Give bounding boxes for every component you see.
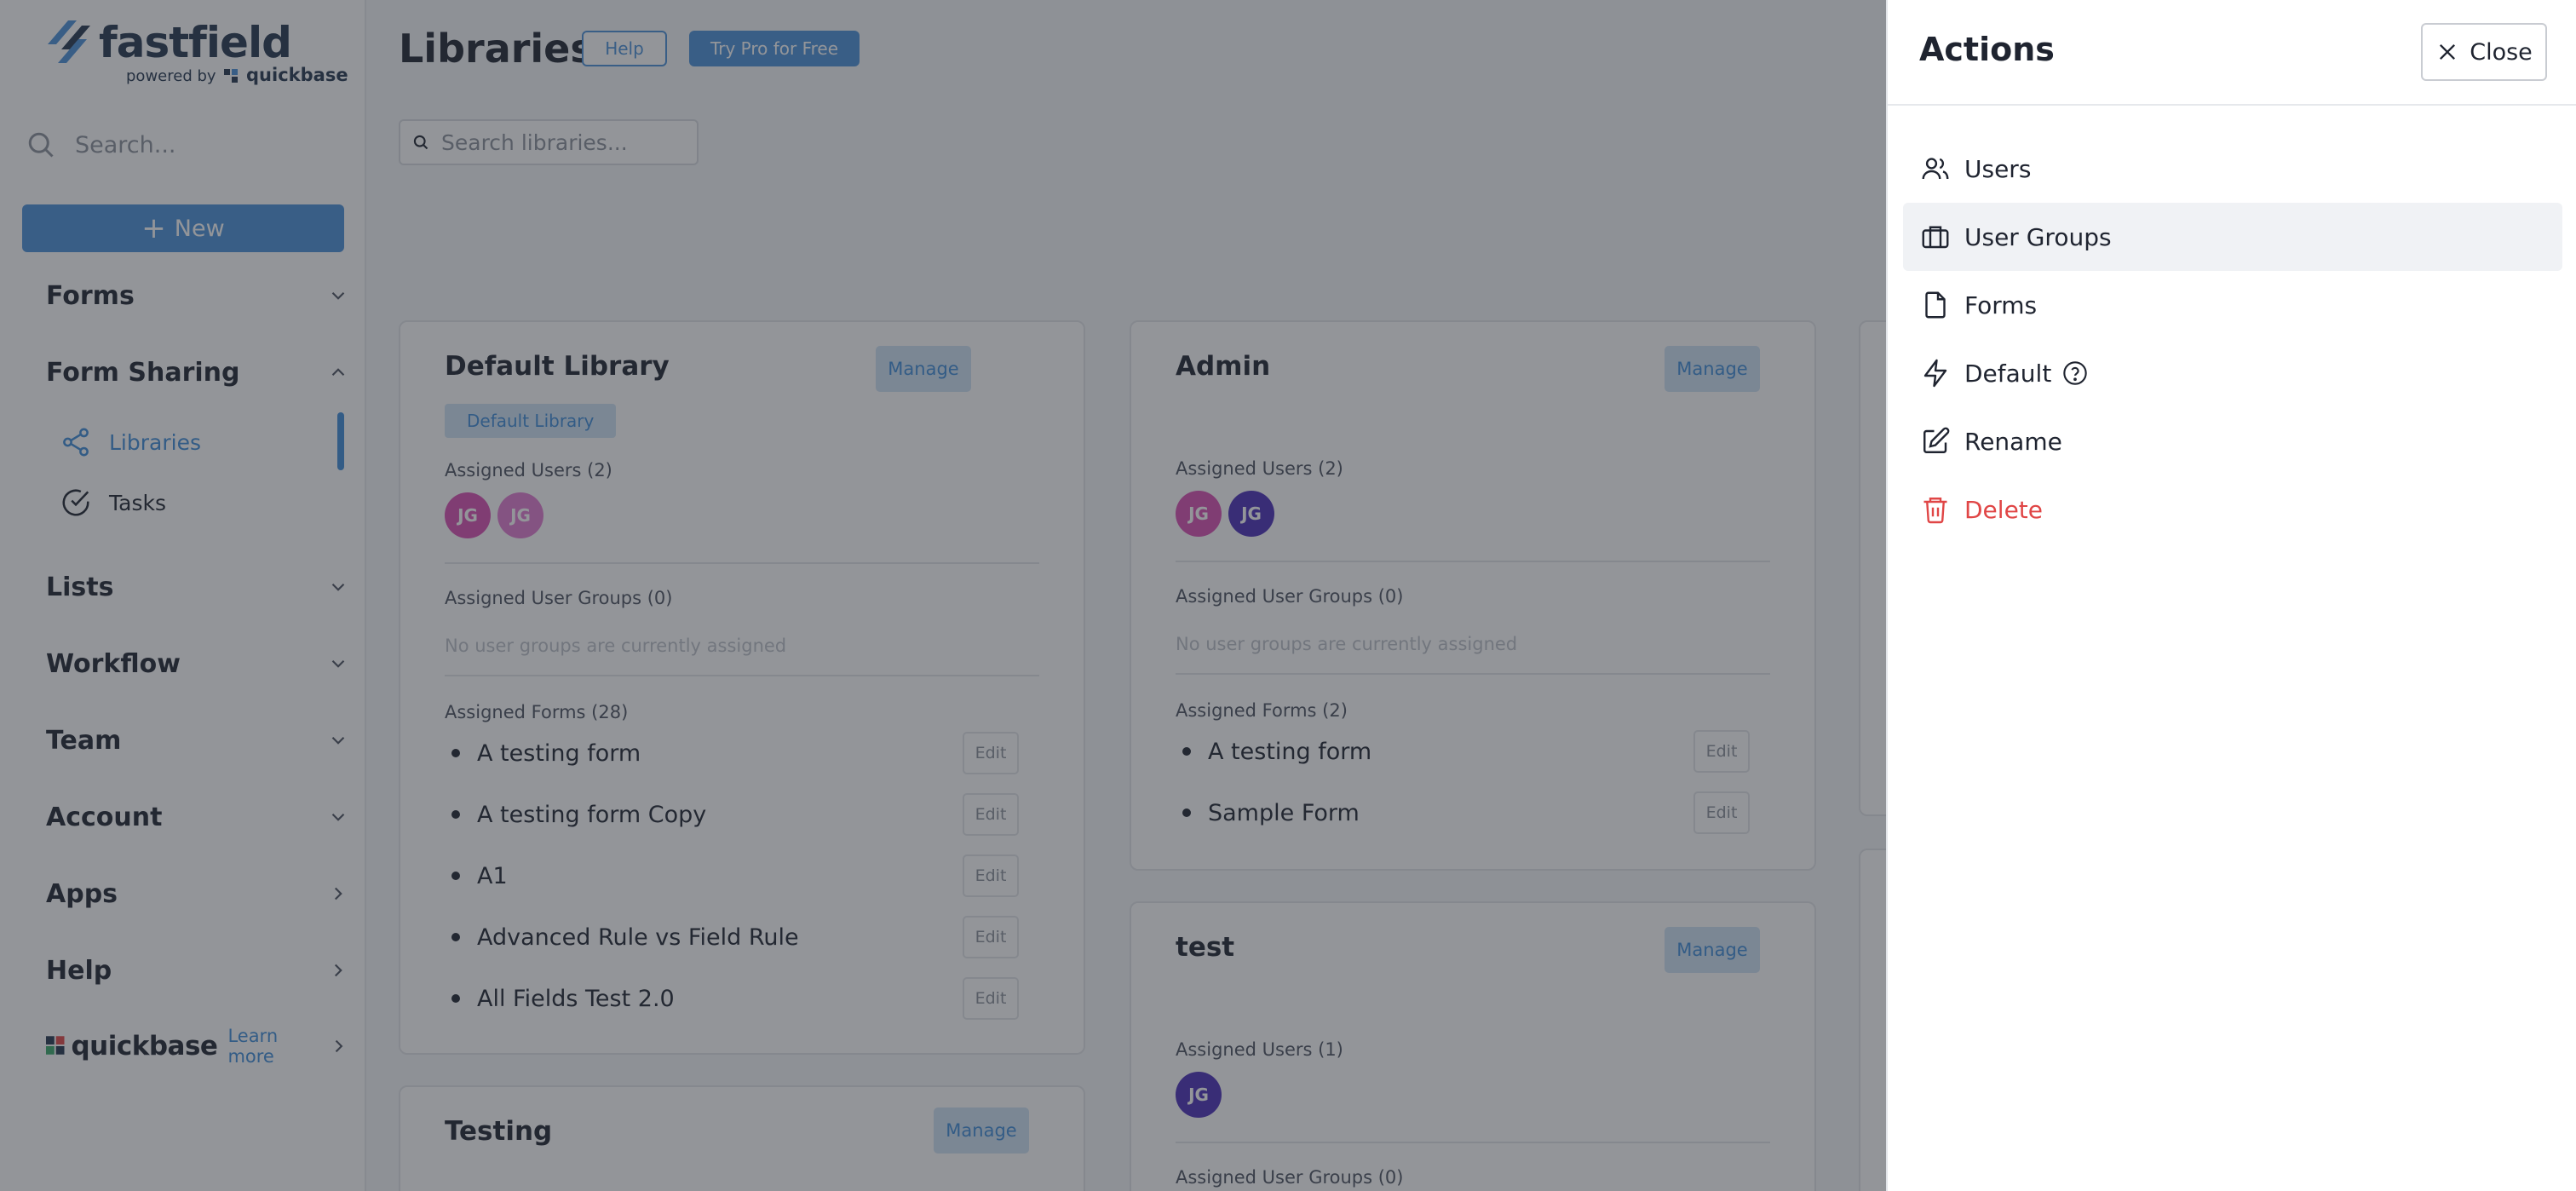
action-rename[interactable]: Rename (1903, 407, 2562, 475)
document-icon (1925, 291, 1946, 319)
close-button[interactable]: Close (2421, 23, 2547, 81)
users-icon (1922, 158, 1949, 180)
briefcase-icon (1922, 226, 1949, 249)
divider (1888, 104, 2576, 106)
help-circle-icon[interactable] (2061, 360, 2089, 387)
action-delete[interactable]: Delete (1903, 475, 2562, 544)
lightning-icon (1923, 359, 1947, 388)
close-icon (2440, 44, 2456, 60)
action-label: User Groups (1964, 222, 2112, 251)
action-forms[interactable]: Forms (1903, 271, 2562, 339)
edit-icon (1923, 427, 1950, 453)
action-label: Rename (1964, 427, 2062, 456)
action-default[interactable]: Default (1903, 339, 2562, 407)
modal-backdrop[interactable] (0, 0, 1886, 1191)
action-label: Users (1964, 154, 2032, 183)
action-user-groups[interactable]: User Groups (1903, 203, 2562, 271)
action-label: Forms (1964, 291, 2038, 319)
action-label: Delete (1964, 495, 2043, 524)
trash-icon (1923, 498, 1947, 524)
actions-panel: Actions Close Users User Groups Forms De… (1886, 0, 2576, 1191)
action-label: Default (1964, 359, 2052, 388)
panel-title: Actions (1919, 31, 2055, 68)
action-users[interactable]: Users (1903, 135, 2562, 203)
close-button-label: Close (2470, 38, 2533, 66)
